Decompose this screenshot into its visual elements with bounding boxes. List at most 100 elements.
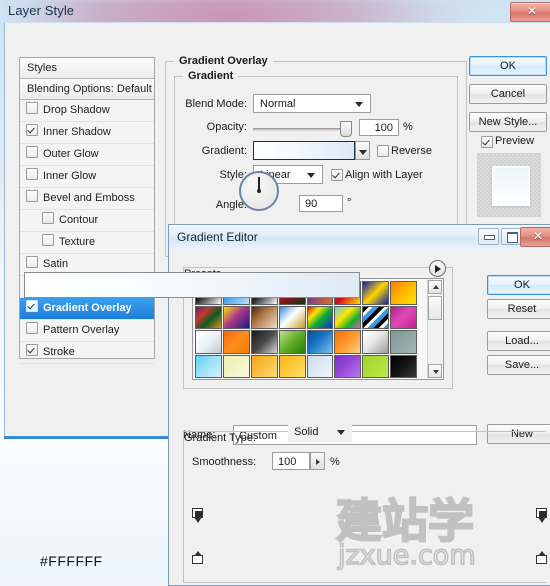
preset-swatch[interactable] (334, 305, 362, 329)
style-row-outer-glow[interactable]: Outer Glow (20, 144, 154, 166)
preset-swatch[interactable] (362, 354, 390, 378)
gradient-strip[interactable] (24, 272, 360, 298)
cancel-button[interactable]: Cancel (469, 84, 547, 104)
style-row-label: Drop Shadow (43, 104, 110, 116)
stop-color-hex: #FFFFFF (40, 553, 103, 569)
style-row-pattern-overlay[interactable]: Pattern Overlay (20, 320, 154, 342)
scroll-up-icon[interactable] (428, 280, 442, 294)
smoothness-stepper[interactable] (310, 452, 325, 470)
layer-style-titlebar: Layer Style ✕ (0, 0, 550, 24)
scroll-down-icon[interactable] (428, 364, 442, 378)
style-row-bevel-and-emboss[interactable]: Bevel and Emboss (20, 188, 154, 210)
preset-swatch[interactable] (362, 330, 390, 354)
preset-swatch[interactable] (250, 330, 278, 354)
style-row-checkbox[interactable] (26, 344, 38, 356)
gradient-preview-bar[interactable] (253, 141, 355, 160)
angle-unit: ° (347, 197, 352, 209)
preset-swatch[interactable] (362, 305, 390, 329)
gradient-editor-save-button[interactable]: Save... (487, 355, 550, 375)
style-row-gradient-overlay[interactable]: Gradient Overlay (20, 298, 154, 320)
preset-swatch[interactable] (195, 354, 222, 378)
style-row-checkbox[interactable] (26, 168, 38, 180)
style-row-checkbox[interactable] (26, 146, 38, 158)
styles-list-header: Styles (20, 58, 154, 79)
presets-scrollbar[interactable] (427, 280, 442, 378)
opacity-stop-left[interactable] (192, 508, 203, 524)
preset-swatch[interactable] (334, 354, 362, 378)
style-row-checkbox[interactable] (42, 234, 54, 246)
style-row-label: Bevel and Emboss (43, 192, 135, 204)
blend-mode-select[interactable]: Normal (253, 94, 371, 113)
gradient-picker-button[interactable] (355, 141, 370, 160)
preset-swatch[interactable] (362, 281, 390, 305)
style-row-inner-glow[interactable]: Inner Glow (20, 166, 154, 188)
blend-mode-label: Blend Mode: (185, 98, 247, 110)
preset-swatch[interactable] (390, 354, 417, 378)
preset-swatch[interactable] (390, 330, 417, 354)
style-row-checkbox[interactable] (26, 124, 38, 136)
opacity-slider-track[interactable] (253, 128, 347, 131)
preset-swatch[interactable] (250, 354, 278, 378)
minimize-icon-glyph (479, 229, 498, 244)
style-row-checkbox[interactable] (26, 190, 38, 202)
preset-swatch[interactable] (390, 281, 417, 305)
opacity-stop-right[interactable] (536, 508, 547, 524)
gradient-editor-ok-button[interactable]: OK (487, 275, 550, 295)
style-label: Style: (219, 169, 247, 181)
preset-swatch[interactable] (195, 305, 222, 329)
preset-swatch[interactable] (222, 305, 250, 329)
preset-swatch[interactable] (250, 305, 278, 329)
color-stop-left[interactable] (192, 551, 203, 565)
gradient-editor-reset-button[interactable]: Reset (487, 299, 550, 319)
caret-down-icon (433, 370, 439, 374)
preset-swatch[interactable] (390, 305, 417, 329)
close-icon[interactable]: ✕ (520, 227, 550, 247)
preview-checkbox[interactable] (481, 136, 493, 148)
preset-swatch[interactable] (306, 354, 334, 378)
preset-swatch[interactable] (334, 330, 362, 354)
style-row-checkbox[interactable] (42, 212, 54, 224)
preset-swatch[interactable] (306, 330, 334, 354)
ok-button[interactable]: OK (469, 56, 547, 76)
style-row-label: Outer Glow (43, 148, 99, 160)
caret-up-icon (433, 285, 439, 289)
color-stop-right[interactable] (536, 551, 547, 565)
gradient-type-select[interactable]: Solid (288, 422, 352, 442)
style-row-stroke[interactable]: Stroke (20, 342, 154, 364)
style-row-checkbox[interactable] (26, 300, 38, 312)
opacity-slider-thumb[interactable] (340, 121, 352, 137)
preset-swatch[interactable] (278, 305, 306, 329)
gradient-editor-load-button[interactable]: Load... (487, 331, 550, 351)
smoothness-unit: % (330, 456, 340, 468)
style-row-contour[interactable]: Contour (20, 210, 154, 232)
align-with-layer-checkbox[interactable] (331, 169, 343, 181)
style-row-checkbox[interactable] (26, 322, 38, 334)
angle-dial-hub (257, 189, 261, 193)
style-row-checkbox[interactable] (26, 102, 38, 114)
gradient-editor-body: Presets OK Reset Load... Save... New Nam… (169, 249, 550, 585)
scrollbar-thumb[interactable] (428, 296, 442, 320)
preset-swatch[interactable] (222, 354, 250, 378)
maximize-icon[interactable] (501, 228, 522, 245)
minimize-icon[interactable] (478, 228, 499, 245)
preset-swatch[interactable] (278, 330, 306, 354)
style-row-inner-shadow[interactable]: Inner Shadow (20, 122, 154, 144)
preset-swatch[interactable] (278, 354, 306, 378)
style-row-checkbox[interactable] (26, 256, 38, 268)
close-icon[interactable]: ✕ (510, 2, 550, 22)
blending-options-row[interactable]: Blending Options: Default (20, 79, 154, 100)
preset-swatch[interactable] (222, 330, 250, 354)
new-style-button[interactable]: New Style... (469, 112, 547, 132)
preset-swatch[interactable] (306, 305, 334, 329)
style-row-texture[interactable]: Texture (20, 232, 154, 254)
angle-dial[interactable] (239, 171, 279, 211)
style-row-drop-shadow[interactable]: Drop Shadow (20, 100, 154, 122)
preset-swatch[interactable] (195, 330, 222, 354)
smoothness-input[interactable]: 100 (272, 452, 310, 470)
reverse-checkbox[interactable] (377, 145, 389, 157)
presets-menu-icon[interactable] (429, 260, 446, 277)
gradient-editor-titlebar: Gradient Editor ✕ (169, 225, 550, 250)
angle-input[interactable]: 90 (299, 195, 343, 212)
layer-style-title: Layer Style (8, 3, 75, 18)
opacity-input[interactable]: 100 (359, 119, 399, 136)
